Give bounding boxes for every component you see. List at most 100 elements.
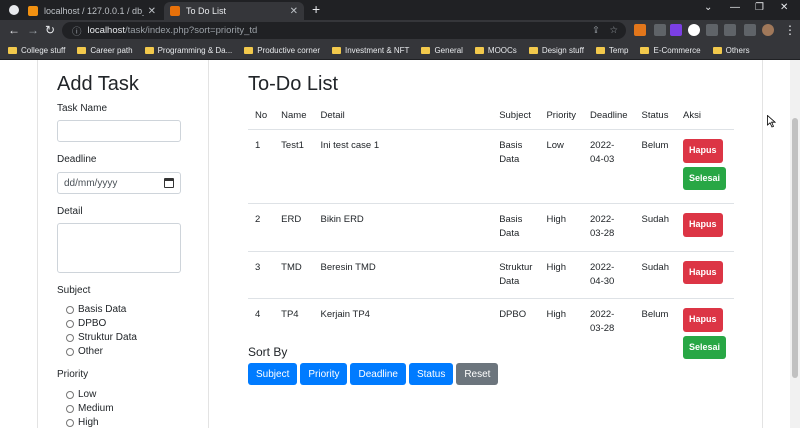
radio-circle-icon[interactable]	[66, 319, 74, 328]
table-row: 4 TP4 Kerjain TP4 DPBO High 2022-03-28 B…	[248, 299, 734, 373]
address-bar[interactable]: ⓘ localhost /task/index.php?sort=priorit…	[62, 22, 626, 39]
bookmark-star-icon[interactable]: ☆	[609, 25, 618, 36]
reload-icon[interactable]: ↻	[45, 23, 55, 37]
folder-icon	[77, 46, 87, 54]
cell-name: ERD	[274, 203, 314, 252]
back-icon[interactable]: ←	[8, 23, 20, 37]
cell-status: Belum	[641, 309, 669, 320]
sort-button-group: Subject Priority Deadline Status Reset	[248, 363, 499, 385]
sort-subject-button[interactable]: Subject	[248, 363, 298, 385]
todo-table: No Name Detail Subject Priority Deadline…	[248, 102, 734, 372]
page-scrollbar[interactable]	[790, 60, 800, 428]
todo-favicon-icon	[170, 6, 180, 16]
cell-actions: Hapus Selesai	[676, 299, 734, 373]
task-name-input[interactable]	[57, 120, 181, 142]
cell-no: 3	[248, 251, 275, 299]
cell-status: Belum	[634, 129, 676, 204]
delete-button[interactable]: Hapus	[683, 260, 723, 284]
folder-icon	[528, 46, 538, 54]
extension-icon[interactable]	[670, 24, 682, 36]
sort-title: Sort By	[248, 345, 288, 359]
complete-button[interactable]: Selesai	[683, 166, 727, 190]
kebab-menu-icon[interactable]: ⋮	[784, 23, 796, 37]
extension-icon[interactable]	[688, 24, 700, 36]
radio-circle-icon[interactable]	[66, 404, 74, 413]
new-tab-button[interactable]: +	[312, 1, 320, 17]
profile-dot-icon[interactable]	[9, 5, 19, 15]
delete-button[interactable]: Hapus	[683, 308, 723, 332]
radio-circle-icon[interactable]	[66, 347, 74, 356]
page-content: Add Task Task Name Deadline dd/mm/yyyy D…	[0, 60, 790, 428]
radio-circle-icon[interactable]	[66, 333, 74, 342]
table-header-row: No Name Detail Subject Priority Deadline…	[248, 102, 734, 130]
bookmark-folder[interactable]: Programming & Da...	[144, 46, 232, 55]
tab-phpmyadmin[interactable]: localhost / 127.0.0.1 / db_task / t ✕	[22, 2, 162, 20]
bookmark-folder[interactable]: Productive corner	[244, 46, 320, 55]
radio-circle-icon[interactable]	[66, 390, 74, 399]
close-tab-icon[interactable]: ✕	[148, 6, 156, 17]
sort-priority-button[interactable]: Priority	[300, 363, 348, 385]
complete-button[interactable]: Selesai	[683, 335, 727, 359]
deadline-label: Deadline	[57, 154, 97, 165]
deadline-input[interactable]: dd/mm/yyyy	[57, 172, 181, 194]
bookmark-folder[interactable]: E-Commerce	[640, 46, 701, 55]
table-row: 1 Test1 Ini test case 1 Basis Data Low 2…	[248, 129, 734, 204]
minimize-icon[interactable]: —	[730, 2, 740, 13]
priority-radio-medium[interactable]: Medium	[66, 403, 114, 414]
subject-radio-basis-data[interactable]: Basis Data	[66, 304, 126, 315]
delete-button[interactable]: Hapus	[683, 139, 723, 163]
priority-radio-low[interactable]: Low	[66, 389, 96, 400]
puzzle-extensions-icon[interactable]	[706, 24, 718, 36]
cell-subject: Basis Data	[492, 129, 540, 204]
url-path: /task/index.php?sort=priority_td	[125, 25, 258, 36]
info-icon[interactable]: ⓘ	[72, 24, 82, 38]
col-header: No	[248, 102, 275, 130]
bookmark-folder[interactable]: Career path	[77, 46, 133, 55]
metamask-extension-icon[interactable]	[634, 24, 646, 36]
avatar[interactable]	[762, 24, 774, 36]
col-header: Detail	[313, 102, 493, 130]
task-name-label: Task Name	[57, 103, 108, 114]
side-panel-icon[interactable]	[744, 24, 756, 36]
tab-todo-list[interactable]: To Do List ✕	[164, 2, 304, 20]
subject-radio-other[interactable]: Other	[66, 346, 103, 357]
forward-icon[interactable]: →	[27, 23, 39, 37]
close-tab-icon[interactable]: ✕	[290, 6, 298, 17]
bookmark-folder[interactable]: Investment & NFT	[331, 46, 409, 55]
tab-search-icon[interactable]: ⌄	[704, 2, 712, 13]
divider	[762, 60, 763, 428]
media-control-icon[interactable]	[724, 24, 736, 36]
subject-radio-dpbo[interactable]: DPBO	[66, 318, 106, 329]
bookmark-folder[interactable]: Temp	[595, 46, 628, 55]
table-row: 3 TMD Beresin TMD Struktur Data High 202…	[248, 251, 734, 299]
sort-deadline-button[interactable]: Deadline	[350, 363, 406, 385]
priority-radio-high[interactable]: High	[66, 417, 99, 428]
radio-circle-icon[interactable]	[66, 418, 74, 427]
sort-reset-button[interactable]: Reset	[456, 363, 499, 385]
col-header: Name	[274, 102, 314, 130]
detail-textarea[interactable]	[57, 223, 181, 273]
bookmark-folder[interactable]: Others	[712, 46, 750, 55]
bookmark-folder[interactable]: College stuff	[8, 46, 65, 55]
bookmark-folder[interactable]: Design stuff	[528, 46, 584, 55]
maximize-icon[interactable]: ❐	[755, 2, 764, 13]
cell-priority: Low	[539, 129, 584, 204]
sort-status-button[interactable]: Status	[408, 363, 454, 385]
scrollbar-thumb[interactable]	[792, 118, 798, 378]
radio-circle-icon[interactable]	[66, 305, 74, 314]
cell-subject: Struktur Data	[492, 251, 540, 299]
mouse-cursor-icon	[767, 115, 776, 128]
folder-icon	[595, 46, 605, 54]
extension-icon[interactable]	[654, 24, 666, 36]
delete-button[interactable]: Hapus	[683, 213, 723, 237]
cell-actions: Hapus	[676, 203, 734, 252]
cell-actions: Hapus Selesai	[676, 129, 734, 204]
subject-radio-struktur-data[interactable]: Struktur Data	[66, 332, 137, 343]
priority-label: Priority	[57, 369, 89, 380]
bookmark-folder[interactable]: General	[421, 46, 463, 55]
close-window-icon[interactable]: ✕	[780, 2, 788, 13]
phpmyadmin-favicon-icon	[28, 6, 38, 16]
share-icon[interactable]: ⇪	[592, 25, 600, 36]
calendar-icon[interactable]	[164, 178, 174, 188]
bookmark-folder[interactable]: MOOCs	[474, 46, 517, 55]
